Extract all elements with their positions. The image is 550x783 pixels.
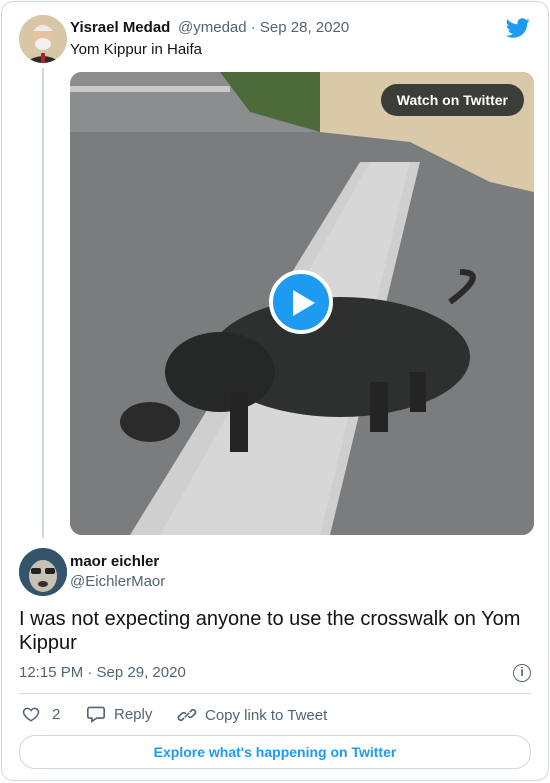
copy-link-label: Copy link to Tweet <box>205 706 328 724</box>
reply-button[interactable]: Reply <box>86 705 152 723</box>
reply-author-name[interactable]: maor eichler <box>70 553 159 570</box>
heart-icon <box>22 707 40 722</box>
tweet-timestamp[interactable]: 12:15 PM · Sep 29, 2020 <box>19 664 186 681</box>
tweet-embed-card: Yisrael Medad @ymedad · Sep 28, 2020 Yom… <box>1 1 549 781</box>
copy-link-button[interactable]: Copy link to Tweet <box>177 705 327 725</box>
explore-twitter-button[interactable]: Explore what's happening on Twitter <box>19 735 531 769</box>
play-icon <box>293 290 315 316</box>
watch-on-twitter-button[interactable]: Watch on Twitter <box>380 84 524 116</box>
reply-author-handle[interactable]: @EichlerMaor <box>70 573 165 590</box>
reply-label: Reply <box>114 705 153 723</box>
divider <box>19 693 531 694</box>
quoted-author-name[interactable]: Yisrael Medad <box>70 19 170 36</box>
tweet-text: I was not expecting anyone to use the cr… <box>19 608 521 654</box>
thread-line <box>42 68 44 538</box>
link-icon <box>177 708 197 722</box>
reply-icon <box>87 706 105 723</box>
info-icon[interactable]: i <box>513 664 531 682</box>
like-button[interactable]: 2 <box>22 705 60 723</box>
like-count: 2 <box>52 705 61 723</box>
video-thumbnail[interactable]: Watch on Twitter <box>70 72 534 535</box>
quoted-tweet-text: Yom Kippur in Haifa <box>70 41 203 58</box>
reply-author-avatar[interactable] <box>19 548 67 596</box>
quoted-author-avatar[interactable] <box>19 15 67 63</box>
twitter-bird-icon[interactable] <box>506 16 530 40</box>
play-button[interactable] <box>269 270 333 334</box>
quoted-author-handle-date[interactable]: @ymedad · Sep 28, 2020 <box>178 19 349 36</box>
